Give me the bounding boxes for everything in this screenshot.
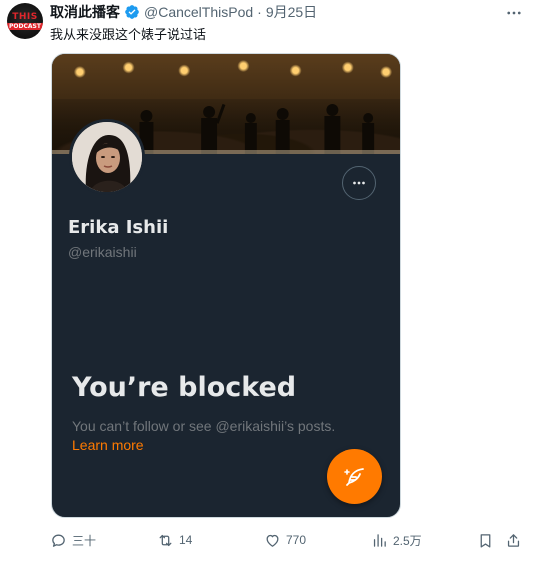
compose-button[interactable] [327, 449, 382, 504]
profile-avatar [69, 119, 145, 195]
views-count: 2.5万 [393, 533, 422, 548]
profile-name: Erika Ishii [68, 217, 169, 238]
blocked-description: You can’t follow or see @erikaishii’s po… [72, 418, 336, 434]
reply-count: 三十 [72, 533, 97, 548]
blocked-title: You’re blocked [72, 372, 297, 403]
author-avatar[interactable]: THIS PODCAST [7, 3, 43, 39]
share-icon [507, 533, 520, 547]
header-separator: · [257, 4, 262, 20]
profile-more-button[interactable] [342, 166, 376, 200]
tweet-text: 我从来没跟这个婊子说过话 [50, 27, 207, 42]
like-button[interactable]: 770 [264, 530, 306, 550]
views-chart-icon [373, 533, 386, 547]
share-button[interactable] [505, 530, 527, 550]
more-horizontal-icon[interactable] [504, 3, 524, 23]
author-display-name[interactable]: 取消此播客 [50, 2, 120, 22]
author-handle[interactable]: @CancelThisPod [144, 4, 253, 20]
avatar-logo-text-top: THIS [12, 11, 38, 22]
avatar-logo-text-bottom: PODCAST [7, 22, 43, 30]
compose-feather-icon [343, 467, 364, 486]
tweet-timestamp[interactable]: 9月25日 [266, 2, 317, 22]
verified-badge-icon [124, 4, 140, 20]
tweet-action-bar: 三十 14 770 2.5万 [50, 530, 530, 550]
bookmark-icon [480, 533, 491, 548]
views-button[interactable]: 2.5万 [371, 530, 422, 550]
like-count: 770 [286, 533, 307, 547]
learn-more-link[interactable]: Learn more [72, 437, 144, 453]
tweet-header: 取消此播客 @CancelThisPod · 9月25日 [50, 3, 317, 21]
retweet-icon [159, 534, 172, 546]
profile-handle: @erikaishii [68, 244, 137, 260]
tweet-media-image[interactable]: Erika Ishii @erikaishii You’re blocked Y… [51, 53, 401, 518]
reply-button[interactable]: 三十 [50, 530, 96, 550]
retweet-count: 14 [179, 533, 193, 547]
heart-icon [266, 534, 279, 547]
reply-icon [52, 534, 65, 547]
retweet-button[interactable]: 14 [157, 530, 192, 550]
bookmark-button[interactable] [477, 530, 499, 550]
